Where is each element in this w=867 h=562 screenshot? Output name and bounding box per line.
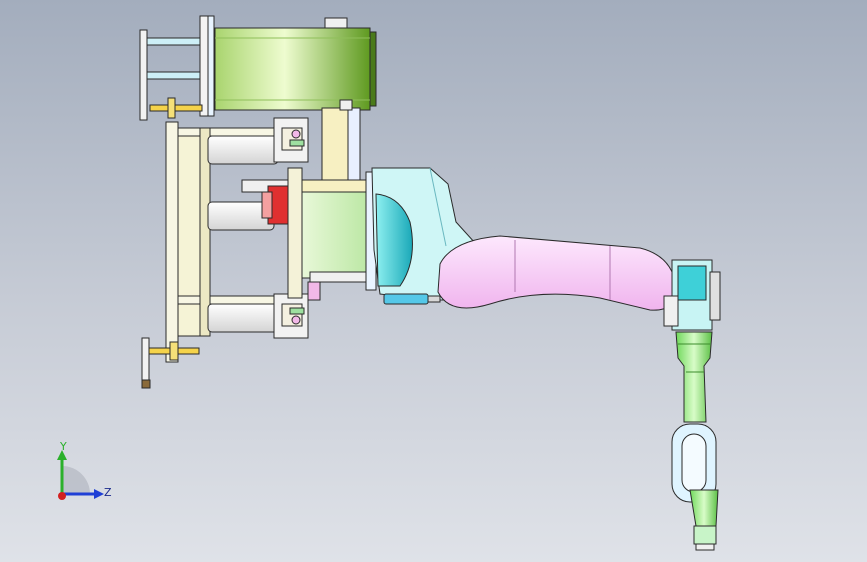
elbow-block[interactable] bbox=[663, 259, 721, 331]
upper-arm[interactable] bbox=[437, 235, 677, 311]
forearm[interactable] bbox=[675, 331, 713, 423]
end-effector[interactable] bbox=[689, 489, 719, 551]
hub-cylinder[interactable] bbox=[287, 167, 377, 301]
robot-assembly-model[interactable] bbox=[0, 0, 867, 562]
drum-motor[interactable] bbox=[214, 17, 377, 111]
triad-y-label: Y bbox=[60, 440, 67, 453]
top-left-bracket[interactable] bbox=[139, 15, 215, 121]
bottom-left-bracket[interactable] bbox=[141, 337, 200, 389]
vertical-column[interactable] bbox=[321, 99, 361, 189]
cad-viewport[interactable]: Y Z bbox=[0, 0, 867, 562]
triad-z-label: Z bbox=[104, 486, 112, 499]
coordinate-triad: Y Z bbox=[40, 436, 120, 508]
roller-bottom[interactable] bbox=[207, 303, 279, 333]
clamp-top[interactable] bbox=[273, 117, 309, 163]
teal-connector[interactable] bbox=[383, 293, 441, 305]
clamp-bottom[interactable] bbox=[273, 293, 309, 339]
roller-top[interactable] bbox=[207, 135, 279, 165]
